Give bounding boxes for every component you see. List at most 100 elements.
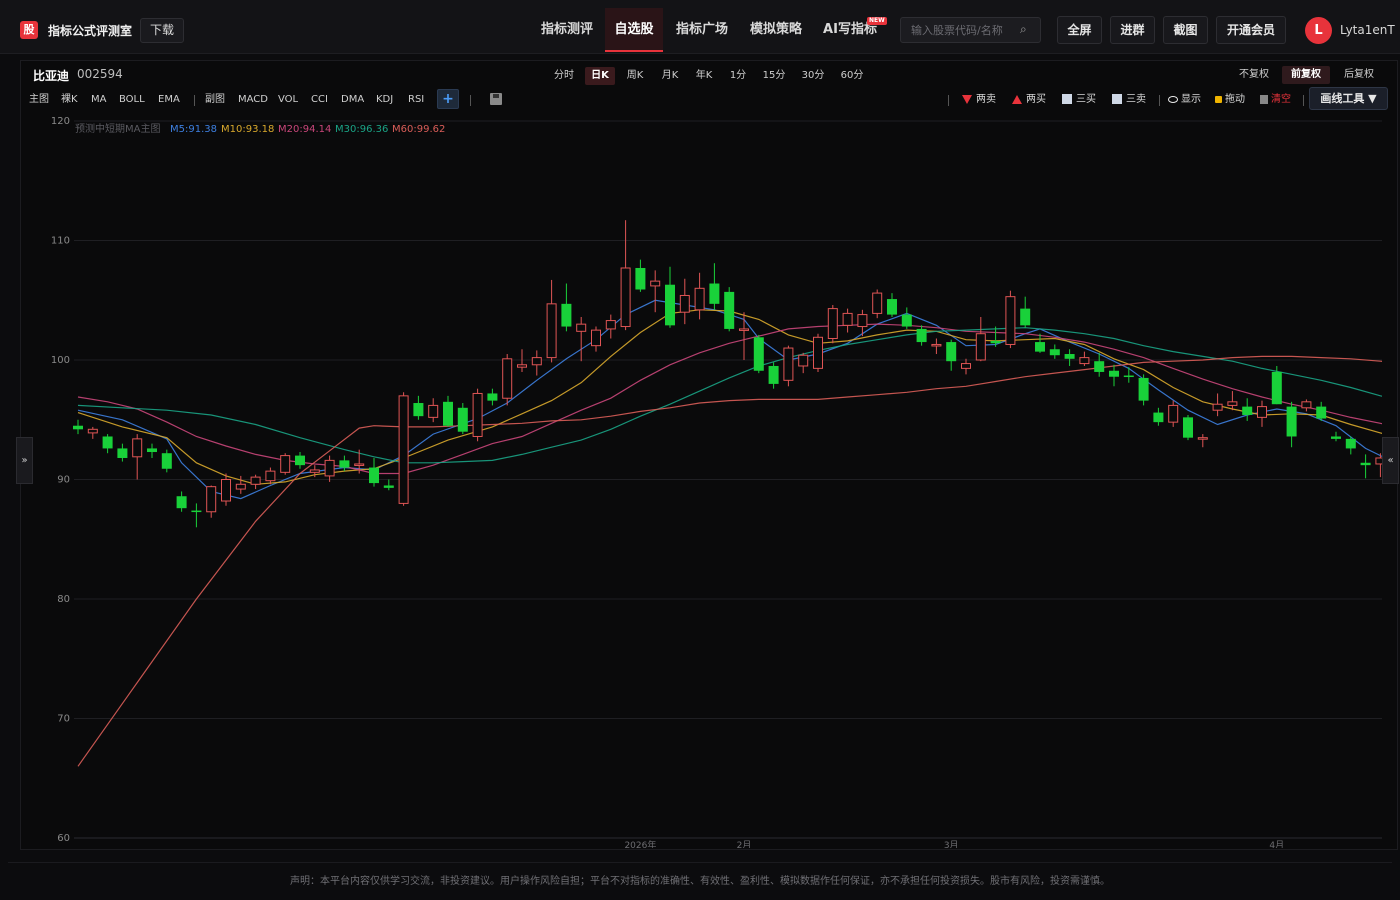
indicator-kdj[interactable]: KDJ: [376, 93, 393, 107]
y-tick-label: 110: [51, 236, 70, 247]
membership-button[interactable]: 开通会员: [1216, 16, 1286, 44]
save-icon[interactable]: [490, 93, 502, 105]
candle: [265, 467, 276, 485]
period-weekly[interactable]: 周K: [620, 67, 650, 85]
username[interactable]: Lyta1enT: [1340, 23, 1395, 37]
candle-body: [1242, 406, 1253, 415]
draw-buy2-tool[interactable]: 两买: [1012, 93, 1046, 107]
candle-body: [147, 448, 157, 453]
indicator-dma[interactable]: DMA: [341, 93, 364, 107]
period-monthly[interactable]: 月K: [655, 67, 685, 85]
candle: [339, 455, 350, 472]
period-1min[interactable]: 1分: [724, 67, 752, 85]
toolbar-divider: [948, 95, 949, 106]
candle: [117, 443, 128, 462]
indicator-ema[interactable]: EMA: [158, 93, 180, 107]
period-daily[interactable]: 日K: [585, 67, 615, 85]
candle-body: [1079, 357, 1090, 365]
indicator-cci[interactable]: CCI: [311, 93, 328, 107]
candle-body: [724, 291, 735, 329]
candle: [413, 395, 424, 420]
candle-body: [221, 479, 231, 502]
candle-body: [872, 292, 883, 314]
adjust-none[interactable]: 不复权: [1234, 66, 1274, 84]
candle-body: [561, 303, 572, 327]
candle-body: [280, 455, 291, 473]
candle-body: [798, 354, 809, 367]
indicator-vol[interactable]: VOL: [278, 93, 298, 107]
show-drawings-toggle[interactable]: 显示: [1168, 93, 1201, 107]
adjust-backward[interactable]: 后复权: [1339, 66, 1379, 84]
candle: [1183, 414, 1193, 441]
candle: [487, 388, 498, 406]
app-logo[interactable]: 股: [20, 21, 38, 39]
candle: [768, 362, 779, 389]
candle: [1331, 431, 1341, 442]
draw-sell3-label: 三卖: [1126, 94, 1146, 105]
fullscreen-button[interactable]: 全屏: [1057, 16, 1102, 44]
toolbar-divider: [1303, 95, 1304, 106]
draw-sell2-tool[interactable]: 两卖: [962, 93, 996, 107]
collapse-right-tab[interactable]: «: [1382, 437, 1399, 484]
candle-body: [916, 328, 927, 343]
adjust-forward[interactable]: 前复权: [1282, 66, 1330, 84]
candle: [961, 358, 971, 375]
candle: [1064, 349, 1075, 366]
candle-body: [1301, 401, 1312, 409]
candle: [665, 266, 675, 328]
period-timeshare[interactable]: 分时: [549, 67, 579, 85]
candle: [605, 314, 616, 339]
nav-indicator-review[interactable]: 指标测评: [534, 8, 600, 52]
candle-body: [206, 486, 217, 513]
nav-simulation-strategy[interactable]: 模拟策略: [744, 8, 808, 52]
trend-down-icon: [1112, 94, 1122, 104]
indicator-rsi[interactable]: RSI: [408, 93, 424, 107]
add-indicator-button[interactable]: +: [437, 89, 459, 109]
candle-body: [1183, 417, 1193, 438]
y-tick-label: 70: [57, 714, 70, 725]
clear-drawings-button[interactable]: 清空: [1260, 93, 1291, 107]
draw-buy3-tool[interactable]: 三买: [1062, 93, 1096, 107]
candlestick-chart[interactable]: 60 70 80 90 100 110 120 2026年 2月 3月 4月: [20, 112, 1382, 848]
candle: [901, 307, 912, 329]
search-icon[interactable]: ⌕: [1020, 22, 1034, 36]
x-tick-label: 2月: [737, 840, 752, 848]
triangle-down-icon: [962, 94, 972, 104]
candle-body: [901, 314, 912, 327]
triangle-up-icon: [1012, 94, 1022, 104]
screenshot-button[interactable]: 截图: [1163, 16, 1208, 44]
candles: [73, 220, 1382, 528]
trend-up-icon: [1062, 94, 1072, 104]
indicator-boll[interactable]: BOLL: [119, 93, 145, 107]
indicator-macd[interactable]: MACD: [238, 93, 268, 107]
candle: [531, 350, 542, 376]
candle-body: [87, 428, 98, 434]
indicator-naked-k[interactable]: 裸K: [61, 93, 78, 107]
app-title[interactable]: 指标公式评测室: [48, 22, 132, 39]
candle-body: [265, 470, 276, 482]
period-30min[interactable]: 30分: [798, 67, 828, 85]
period-60min[interactable]: 60分: [837, 67, 867, 85]
indicator-sub[interactable]: 副图: [205, 93, 225, 107]
indicator-main[interactable]: 主图: [29, 93, 49, 107]
lock-icon: [1215, 95, 1222, 103]
nav-ai-indicator[interactable]: AI写指标: [818, 8, 882, 52]
candle: [176, 491, 187, 512]
avatar[interactable]: L: [1305, 17, 1332, 44]
nav-watchlist[interactable]: 自选股: [605, 8, 663, 52]
candle-body: [842, 312, 853, 326]
y-tick-label: 100: [51, 355, 70, 366]
period-yearly[interactable]: 年K: [689, 67, 719, 85]
period-15min[interactable]: 15分: [759, 67, 789, 85]
download-button[interactable]: 下载: [140, 18, 184, 43]
candle: [1257, 400, 1267, 427]
join-group-button[interactable]: 进群: [1110, 16, 1155, 44]
drag-drawings-toggle[interactable]: 拖动: [1215, 93, 1245, 107]
nav-indicator-square[interactable]: 指标广场: [670, 8, 734, 52]
drawing-tools-dropdown[interactable]: 画线工具 ▼: [1309, 87, 1388, 110]
candle-body: [887, 299, 897, 315]
y-axis: 60 70 80 90 100 110 120: [51, 116, 70, 844]
indicator-ma[interactable]: MA: [91, 93, 106, 107]
candle-body: [620, 267, 631, 328]
draw-sell3-tool[interactable]: 三卖: [1112, 93, 1146, 107]
